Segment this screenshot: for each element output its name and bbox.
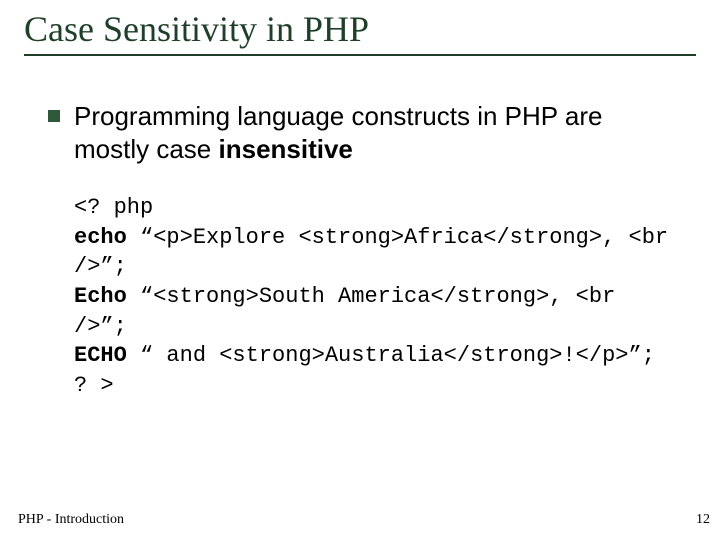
bullet-item: Programming language constructs in PHP a… bbox=[48, 100, 672, 165]
code-keyword-echo-2: Echo bbox=[74, 284, 127, 309]
code-keyword-echo-1: echo bbox=[74, 225, 127, 250]
footer-left: PHP - Introduction bbox=[18, 512, 124, 528]
title-underline bbox=[24, 54, 696, 56]
code-line-4-rest: “<strong>South America</strong>, <br />”… bbox=[74, 284, 629, 339]
bullet-text-bold: insensitive bbox=[219, 134, 353, 164]
code-keyword-echo-3: ECHO bbox=[74, 343, 127, 368]
code-line-2-rest: “<p>Explore <strong>Africa</strong>, <br bbox=[127, 225, 668, 250]
body-region: Programming language constructs in PHP a… bbox=[48, 100, 672, 401]
page-title: Case Sensitivity in PHP bbox=[24, 8, 696, 54]
bullet-text: Programming language constructs in PHP a… bbox=[74, 100, 672, 165]
code-block: <? php echo “<p>Explore <strong>Africa</… bbox=[74, 193, 672, 401]
title-region: Case Sensitivity in PHP bbox=[24, 8, 696, 56]
slide-number: 12 bbox=[696, 512, 710, 528]
square-bullet-icon bbox=[48, 110, 60, 122]
slide: Case Sensitivity in PHP Programming lang… bbox=[0, 0, 720, 540]
code-line-1: <? php bbox=[74, 195, 153, 220]
code-line-5-rest: “ and <strong>Australia</strong>!</p>”; bbox=[127, 343, 655, 368]
code-line-6: ? > bbox=[74, 373, 114, 398]
code-line-3: />”; bbox=[74, 254, 127, 279]
